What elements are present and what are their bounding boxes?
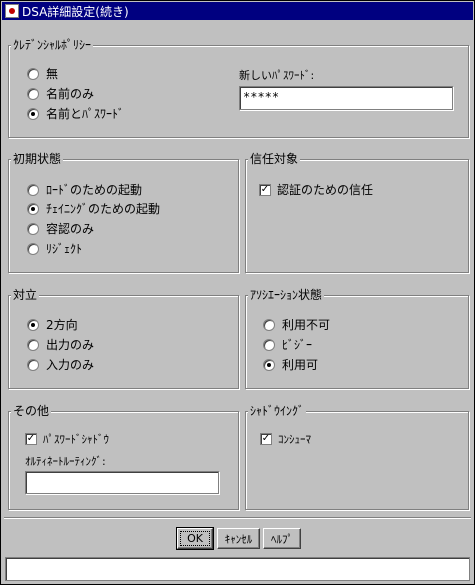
radio-assoc-busy[interactable]: ﾋﾞｼﾞｰ [263, 336, 312, 353]
radio-label: 入力のみ [46, 358, 95, 372]
radio-button[interactable] [263, 338, 275, 351]
help-button-label: ﾍﾙﾌﾟ [271, 532, 293, 546]
radio-button[interactable] [27, 338, 39, 351]
title-bar[interactable]: DSA詳細設定(続き) [2, 2, 473, 20]
radio-init-reject[interactable]: ﾘｼﾞｪｸﾄ [27, 240, 82, 257]
radio-label: ﾋﾞｼﾞｰ [282, 338, 313, 352]
radio-assoc-available[interactable]: 利用可 [263, 356, 318, 373]
radio-button[interactable] [27, 183, 39, 196]
checkbox-label: 認証のための信任 [277, 183, 374, 197]
radio-button[interactable] [27, 107, 39, 120]
radio-init-accept[interactable]: 容認のみ [27, 220, 94, 237]
other-legend: その他 [11, 404, 52, 418]
radio-button[interactable] [27, 242, 39, 255]
trust-legend: 信任対象 [248, 152, 301, 166]
radio-init-load[interactable]: ﾛｰﾄﾞのための起動 [27, 181, 142, 198]
radio-label: 利用不可 [282, 318, 331, 332]
radio-button[interactable] [27, 202, 39, 215]
shadowing-group: ｼｬﾄﾞｳｲﾝｸﾞ [245, 405, 469, 510]
app-icon[interactable] [5, 4, 19, 18]
radio-button[interactable] [263, 358, 275, 371]
new-password-label: 新しいﾊﾟｽﾜｰﾄﾞ: [239, 69, 315, 82]
window-title: DSA詳細設定(続き) [22, 4, 129, 19]
alternate-routing-label: ｵﾙﾃｨﾈｰﾄﾙｰﾃｨﾝｸﾞ: [25, 455, 106, 468]
checkbox-consumer[interactable]: ✓ ｺﾝｼｭｰﾏ [260, 431, 311, 447]
checkbox-trust-auth[interactable]: ✓ 認証のための信任 [259, 181, 373, 198]
association-legend: ｱｿｼｴｰｼｮﾝ状態 [248, 288, 325, 302]
credential-policy-legend: ｸﾚﾃﾞﾝｼｬﾙﾎﾟﾘｼｰ [11, 38, 94, 52]
dialog-window: DSA詳細設定(続き) ｸﾚﾃﾞﾝｼｬﾙﾎﾟﾘｼｰ 無 名前のみ 名前とﾊﾟｽﾜ… [0, 0, 475, 585]
radio-label: 容認のみ [46, 222, 95, 236]
checkbox-password-shadow[interactable]: ✓ ﾊﾟｽﾜｰﾄﾞｼｬﾄﾞｳ [25, 431, 109, 447]
radio-label: 名前のみ [46, 87, 95, 101]
radio-label: 無 [46, 67, 59, 81]
radio-button[interactable] [263, 318, 275, 331]
radio-peer-output[interactable]: 出力のみ [27, 336, 94, 353]
radio-cred-name-only[interactable]: 名前のみ [27, 85, 94, 102]
radio-assoc-unavailable[interactable]: 利用不可 [263, 316, 330, 333]
radio-label: ﾘｼﾞｪｸﾄ [46, 242, 83, 256]
checkbox-label: ｺﾝｼｭｰﾏ [278, 433, 311, 446]
trust-group: 信任対象 [245, 153, 469, 273]
radio-button[interactable] [27, 67, 39, 80]
separator [4, 517, 471, 519]
initial-state-legend: 初期状態 [11, 152, 64, 166]
help-button[interactable]: ﾍﾙﾌﾟ [263, 528, 301, 549]
radio-peer-two-way[interactable]: 2方向 [27, 316, 78, 333]
peer-legend: 対立 [11, 288, 40, 302]
new-password-field[interactable]: ***** [239, 86, 453, 110]
radio-label: 名前とﾊﾟｽﾜｰﾄﾞ [46, 107, 125, 121]
radio-label: 出力のみ [46, 338, 95, 352]
checkbox[interactable]: ✓ [25, 433, 37, 445]
radio-button[interactable] [27, 222, 39, 235]
ok-button[interactable]: OK [176, 527, 214, 550]
checkbox[interactable]: ✓ [259, 183, 271, 196]
radio-button[interactable] [27, 358, 39, 371]
radio-label: ﾛｰﾄﾞのための起動 [46, 183, 143, 197]
radio-peer-input[interactable]: 入力のみ [27, 356, 94, 373]
cancel-button-label: ｷｬﾝｾﾙ [224, 532, 253, 546]
radio-label: 利用可 [282, 358, 319, 372]
radio-button[interactable] [27, 318, 39, 331]
radio-cred-name-password[interactable]: 名前とﾊﾟｽﾜｰﾄﾞ [27, 105, 124, 122]
radio-button[interactable] [27, 87, 39, 100]
shadowing-legend: ｼｬﾄﾞｳｲﾝｸﾞ [248, 404, 307, 418]
checkbox[interactable]: ✓ [260, 433, 272, 445]
checkbox-label: ﾊﾟｽﾜｰﾄﾞｼｬﾄﾞｳ [43, 433, 109, 446]
radio-init-chaining[interactable]: ﾁｪｲﾆﾝｸﾞのための起動 [27, 200, 160, 217]
status-bar [5, 557, 470, 581]
ok-button-label: OK [180, 531, 210, 546]
radio-cred-none[interactable]: 無 [27, 65, 58, 82]
radio-label: 2方向 [46, 318, 78, 332]
alternate-routing-field[interactable] [25, 471, 219, 494]
radio-label: ﾁｪｲﾆﾝｸﾞのための起動 [46, 202, 161, 216]
cancel-button[interactable]: ｷｬﾝｾﾙ [217, 528, 260, 549]
